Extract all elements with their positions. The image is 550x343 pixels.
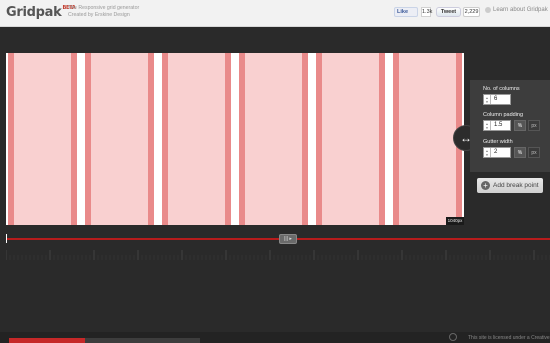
grid-column bbox=[393, 53, 462, 225]
columns-stepper[interactable]: ▲ ▼ 6 bbox=[483, 94, 511, 105]
stepper-arrows-icon[interactable]: ▲ ▼ bbox=[484, 148, 491, 157]
padding-stepper[interactable]: ▲ ▼ 1.5 bbox=[483, 120, 511, 131]
stepper-arrows-icon[interactable]: ▲ ▼ bbox=[484, 95, 491, 104]
creative-commons-icon bbox=[449, 333, 457, 341]
tagline-line-2: Created by Erskine Design bbox=[68, 12, 130, 18]
info-icon bbox=[485, 7, 491, 13]
facebook-like-count: 1.3k bbox=[421, 7, 433, 17]
grid-width-label: 1040px bbox=[446, 217, 464, 225]
slider-knob[interactable]: ||| ▸ bbox=[279, 234, 297, 244]
footer-accent-bar bbox=[9, 338, 85, 343]
width-ruler bbox=[6, 250, 550, 260]
tweet-button[interactable]: Tweet bbox=[436, 7, 461, 17]
plus-icon: + bbox=[481, 181, 490, 190]
grid-column bbox=[239, 53, 308, 225]
grid-column bbox=[8, 53, 77, 225]
grid-preview bbox=[6, 53, 464, 225]
footer-bar bbox=[85, 338, 200, 343]
license-text: This site is licensed under a Creative bbox=[468, 335, 550, 341]
padding-px-toggle[interactable]: px bbox=[528, 120, 540, 131]
columns-label: No. of columns bbox=[483, 86, 520, 92]
logo[interactable]: GridpakBETA bbox=[6, 5, 76, 20]
tagline: The Responsive grid generator Created by… bbox=[68, 5, 139, 19]
site-header: GridpakBETA The Responsive grid generato… bbox=[0, 0, 550, 27]
stepper-arrows-icon[interactable]: ▲ ▼ bbox=[484, 121, 491, 130]
grid-column bbox=[316, 53, 385, 225]
gutter-stepper[interactable]: ▲ ▼ 2 bbox=[483, 147, 511, 158]
logo-text: Gridpak bbox=[6, 5, 62, 20]
breakpoint-slider-track[interactable] bbox=[6, 238, 550, 240]
gutter-value[interactable]: 2 bbox=[491, 148, 510, 157]
padding-percent-toggle[interactable]: % bbox=[514, 120, 526, 131]
columns-value[interactable]: 6 bbox=[491, 95, 510, 104]
grid-column bbox=[85, 53, 154, 225]
slider-start-marker bbox=[6, 234, 7, 243]
slider-knob-grip: ||| ▸ bbox=[284, 236, 292, 242]
add-breakpoint-label: Add break point bbox=[493, 182, 539, 189]
gutter-label: Gutter width bbox=[483, 139, 513, 145]
facebook-like-label: Like bbox=[397, 9, 409, 15]
gutter-percent-toggle[interactable]: % bbox=[514, 147, 526, 158]
tweet-label: Tweet bbox=[440, 9, 457, 15]
tweet-count: 2,229 bbox=[463, 7, 480, 17]
tagline-line-1: The Responsive grid generator bbox=[68, 5, 140, 11]
add-breakpoint-button[interactable]: + Add break point bbox=[477, 178, 543, 193]
gutter-px-toggle[interactable]: px bbox=[528, 147, 540, 158]
learn-about-label: Learn about Gridpak bbox=[493, 7, 548, 13]
facebook-like-button[interactable]: Like bbox=[394, 7, 418, 17]
padding-value[interactable]: 1.5 bbox=[491, 121, 510, 130]
learn-about-link[interactable]: Learn about Gridpak bbox=[485, 7, 548, 13]
padding-label: Column padding bbox=[483, 112, 524, 118]
grid-column bbox=[162, 53, 231, 225]
